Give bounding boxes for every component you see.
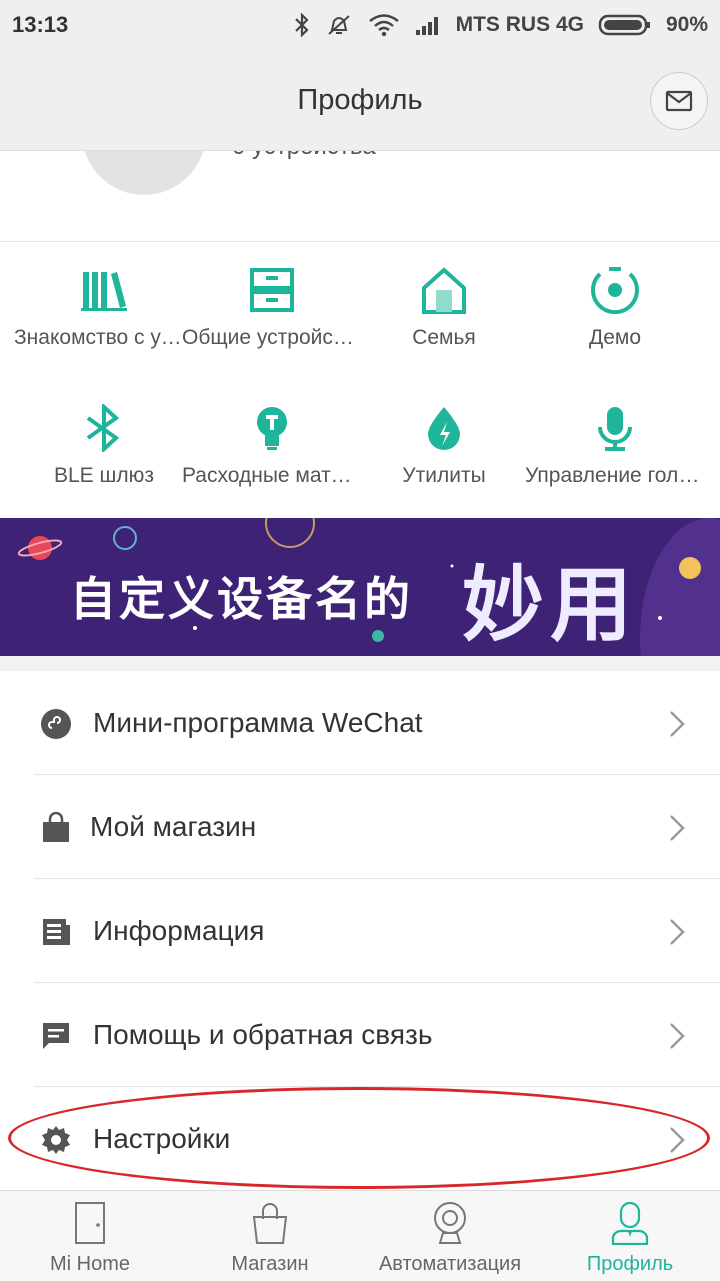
grid-item-label: Утилиты <box>402 464 486 487</box>
news-icon <box>43 919 70 945</box>
grid-item-label: Общие устройства <box>182 326 362 349</box>
menu-item-help-feedback[interactable]: Помощь и обратная связь <box>0 983 720 1087</box>
menu-item-settings[interactable]: Настройки <box>0 1087 720 1191</box>
avatar[interactable] <box>82 151 206 195</box>
menu-item-my-shop[interactable]: Мой магазин <box>0 775 720 879</box>
tab-automation[interactable]: Автоматизация <box>360 1191 540 1281</box>
books-icon <box>81 272 127 311</box>
feature-grid: Знакомство с умным домом Общие устройств… <box>0 242 720 518</box>
tab-profile[interactable]: Профиль <box>540 1191 720 1281</box>
bluetooth-icon <box>294 13 310 37</box>
wifi-icon <box>368 13 400 37</box>
section-gap <box>0 656 720 671</box>
feedback-icon <box>43 1023 69 1049</box>
page-title: Профиль <box>297 84 423 116</box>
mic-icon <box>598 407 632 451</box>
carrier-label: MTS RUS 4G <box>455 13 584 36</box>
mini-program-icon <box>41 709 71 739</box>
chevron-right-icon <box>670 815 685 841</box>
tab-shop[interactable]: Магазин <box>180 1191 360 1281</box>
menu-item-label: Помощь и обратная связь <box>93 1019 433 1050</box>
grid-item-label: Демо <box>588 326 642 349</box>
grid-item-demo[interactable]: Демо <box>525 242 705 362</box>
menu-item-label: Информация <box>93 915 265 946</box>
grid-item-shared-devices[interactable]: Общие устройства <box>182 242 362 362</box>
camera-icon <box>434 1202 466 1244</box>
status-bar: 13:13 MTS RUS 4G 90% <box>0 0 720 50</box>
device-count: 0 устройства <box>232 151 376 161</box>
menu-item-label: Мини-программа WeChat <box>93 707 423 738</box>
drop-icon <box>428 407 460 450</box>
battery-icon <box>598 13 652 37</box>
chevron-right-icon <box>670 1127 685 1153</box>
cabinet-icon <box>250 268 294 312</box>
grid-item-utilities[interactable]: Утилиты <box>354 380 534 500</box>
profile-card[interactable]: 0 устройства <box>0 151 720 241</box>
grid-item-consumables[interactable]: Расходные материалы <box>182 380 362 500</box>
shopping-bag-icon <box>252 1203 288 1244</box>
grid-item-label: BLE шлюз <box>53 464 154 487</box>
grid-item-label: Управление голосом <box>525 464 705 487</box>
chevron-right-icon <box>670 711 685 737</box>
door-icon <box>75 1202 105 1244</box>
tab-label: Магазин <box>231 1253 309 1275</box>
grid-item-label: Расходные материалы <box>182 464 362 487</box>
signal-icon <box>414 14 442 36</box>
banner-text: 自定义设备名的 <box>70 572 413 626</box>
grid-item-label: Семья <box>412 326 476 349</box>
battery-percent: 90% <box>665 13 708 36</box>
grid-item-voice-control[interactable]: Управление голосом <box>525 380 705 500</box>
banner-highlight: 妙用 <box>462 558 639 653</box>
mute-icon <box>324 13 354 37</box>
house-icon <box>422 267 466 314</box>
grid-item-smart-home-intro[interactable]: Знакомство с умным домом <box>14 242 194 362</box>
header: Профиль <box>0 50 720 151</box>
messages-button[interactable] <box>650 72 708 130</box>
demo-icon <box>591 267 639 314</box>
shop-bag-icon <box>43 812 69 842</box>
bottom-tab-bar: Mi Home Магазин Автоматизация Профиль <box>0 1190 720 1281</box>
status-time: 13:13 <box>12 12 69 37</box>
tab-label: Автоматизация <box>378 1253 522 1275</box>
grid-item-ble-gateway[interactable]: BLE шлюз <box>14 380 194 500</box>
grid-item-family[interactable]: Семья <box>354 242 534 362</box>
chevron-right-icon <box>670 1023 685 1049</box>
menu-item-label: Настройки <box>93 1123 231 1154</box>
settings-menu: Мини-программа WeChat Мой магазин Информ… <box>0 671 720 1191</box>
menu-item-label: Мой магазин <box>90 811 257 842</box>
bulb-icon <box>257 407 287 450</box>
tab-label: Профиль <box>586 1253 674 1275</box>
tab-mi-home[interactable]: Mi Home <box>0 1191 180 1281</box>
mail-icon <box>665 90 693 112</box>
gear-icon <box>42 1126 70 1154</box>
menu-item-wechat-mini-program[interactable]: Мини-программа WeChat <box>0 671 720 775</box>
grid-item-label: Знакомство с умным домом <box>14 326 194 349</box>
chevron-right-icon <box>670 919 685 945</box>
tab-label: Mi Home <box>49 1253 130 1275</box>
menu-item-information[interactable]: Информация <box>0 879 720 983</box>
bluetooth-icon <box>86 404 120 452</box>
person-icon <box>611 1201 649 1245</box>
promo-banner[interactable]: 自定义设备名的 妙用 <box>0 518 720 656</box>
